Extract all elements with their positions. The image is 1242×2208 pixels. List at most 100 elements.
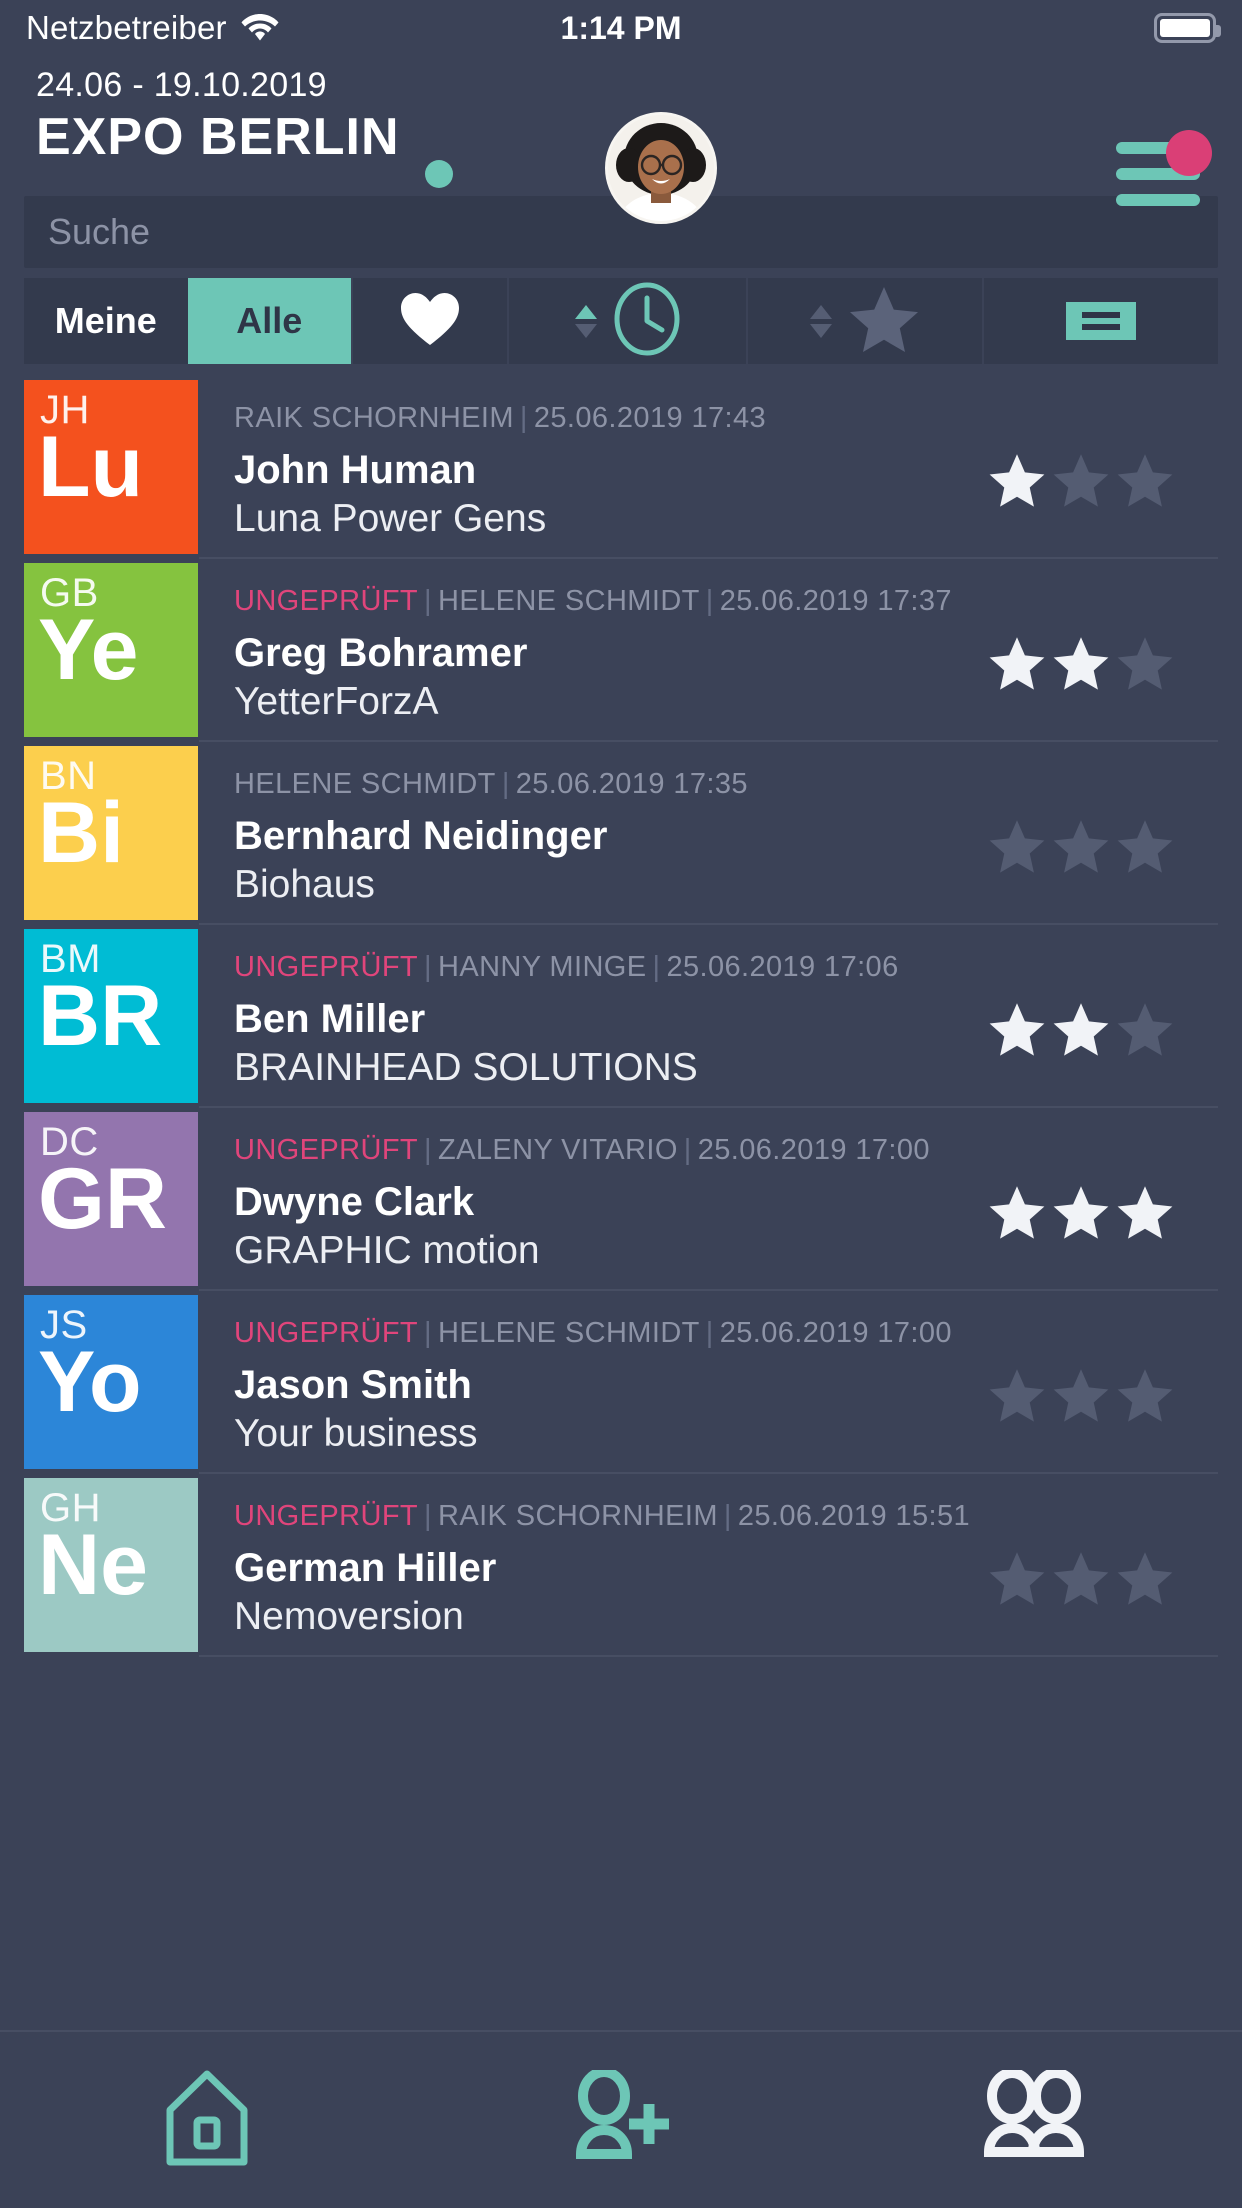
timestamp: 25.06.2019 17:35 [515, 768, 748, 800]
contact-tile: GH Ne [24, 1478, 198, 1652]
owner-name: HANNY MINGE [437, 951, 647, 983]
owner-name: RAIK SCHORNHEIM [437, 1500, 718, 1532]
timestamp: 25.06.2019 17:43 [533, 402, 767, 434]
status-badge: UNGEPRÜFT [234, 1317, 419, 1349]
menu-bar-3 [1116, 194, 1200, 206]
tile-label: Bi [38, 785, 124, 881]
rating-stars[interactable] [988, 563, 1218, 737]
rating-stars[interactable] [988, 1295, 1218, 1469]
list-item-body: UNGEPRÜFT | HELENE SCHMIDT | 25.06.2019 17:3… [198, 563, 988, 737]
star-empty-icon[interactable] [1116, 1549, 1174, 1607]
status-bar-left: Netzbetreiber [26, 9, 279, 47]
sort-by-time-button[interactable] [509, 278, 748, 364]
wifi-icon [241, 11, 279, 46]
star-filled-icon[interactable] [1052, 1183, 1110, 1241]
list-item[interactable]: BN Bi HELENE SCHMIDT | 25.06.2019 17:35 Bernh… [24, 746, 1218, 925]
meta-separator: | [683, 1134, 692, 1166]
sort-arrows-rating-icon [810, 304, 833, 338]
nav-add-person-button[interactable] [414, 2066, 828, 2171]
star-filled-icon[interactable] [988, 1000, 1046, 1058]
add-person-icon [571, 2066, 671, 2171]
star-empty-icon[interactable] [1052, 451, 1110, 509]
contact-name: German Hiller [234, 1546, 497, 1590]
sort-by-rating-button[interactable] [748, 278, 985, 364]
carrier-label: Netzbetreiber [26, 9, 227, 46]
star-filled-icon[interactable] [988, 1183, 1046, 1241]
filter-favorites-button[interactable] [353, 278, 510, 364]
rating-stars[interactable] [988, 380, 1218, 554]
rating-stars[interactable] [988, 1112, 1218, 1286]
sort-arrows-time-icon [574, 304, 597, 338]
star-empty-icon[interactable] [988, 1549, 1046, 1607]
avatar[interactable] [605, 112, 717, 224]
list-item[interactable]: GB Ye UNGEPRÜFT | HELENE SCHMIDT | 25.06.2019 … [24, 563, 1218, 742]
contact-company: Nemoversion [234, 1595, 464, 1638]
rating-stars[interactable] [988, 929, 1218, 1103]
nav-home-button[interactable] [0, 2070, 414, 2171]
star-empty-icon[interactable] [1116, 1000, 1174, 1058]
clock-icon [613, 282, 681, 361]
star-empty-icon[interactable] [1052, 1366, 1110, 1424]
star-empty-icon[interactable] [1116, 634, 1174, 692]
list-density-button[interactable] [984, 278, 1218, 364]
scope-tab-meine[interactable]: Meine [24, 278, 188, 364]
status-dot [425, 160, 453, 188]
status-bar-right [1154, 13, 1221, 43]
filter-toolbar: Meine Alle [24, 278, 1218, 364]
list-item[interactable]: BM BR UNGEPRÜFT | HANNY MINGE | 25.06.2019 17:… [24, 929, 1218, 1108]
page-title: EXPO BERLIN [36, 108, 400, 166]
list-item-body: UNGEPRÜFT | HANNY MINGE | 25.06.2019 17:06 Be… [198, 929, 988, 1103]
list-item[interactable]: JH Lu RAIK SCHORNHEIM | 25.06.2019 17:43 John… [24, 380, 1218, 559]
hamburger-menu-icon[interactable] [1116, 130, 1212, 214]
star-empty-icon[interactable] [1116, 817, 1174, 875]
owner-name: HELENE SCHMIDT [437, 585, 700, 617]
contact-name: Jason Smith [234, 1363, 472, 1407]
star-empty-icon[interactable] [988, 817, 1046, 875]
star-filled-icon[interactable] [1052, 1000, 1110, 1058]
meta-separator: | [705, 585, 714, 617]
meta-separator: | [501, 768, 510, 800]
star-filled-icon[interactable] [988, 451, 1046, 509]
star-filled-icon[interactable] [1116, 1183, 1174, 1241]
contact-company: Your business [234, 1412, 478, 1455]
battery-full-icon [1154, 13, 1221, 43]
notification-badge [1166, 130, 1212, 176]
contact-name: John Human [234, 448, 477, 492]
list-item-body: HELENE SCHMIDT | 25.06.2019 17:35 Bernhard … [198, 746, 988, 920]
star-empty-icon[interactable] [988, 1366, 1046, 1424]
nav-people-button[interactable] [828, 2067, 1242, 2171]
list-item-body: UNGEPRÜFT | ZALENY VITARIO | 25.06.2019 17:0… [198, 1112, 988, 1286]
list-item[interactable]: DC GR UNGEPRÜFT | ZALENY VITARIO | 25.06.2019 … [24, 1112, 1218, 1291]
contact-list[interactable]: JH Lu RAIK SCHORNHEIM | 25.06.2019 17:43 John… [24, 380, 1218, 2030]
star-filled-icon[interactable] [1052, 634, 1110, 692]
tile-label: Yo [38, 1334, 142, 1430]
contact-company: Luna Power Gens [234, 497, 547, 540]
rating-stars[interactable] [988, 1478, 1218, 1652]
status-badge: UNGEPRÜFT [234, 1500, 419, 1532]
status-badge: UNGEPRÜFT [234, 585, 419, 617]
list-density-icon [1066, 302, 1137, 340]
star-filled-icon[interactable] [988, 634, 1046, 692]
scope-tab-alle[interactable]: Alle [187, 278, 352, 364]
rating-stars[interactable] [988, 746, 1218, 920]
star-empty-icon[interactable] [1116, 451, 1174, 509]
contact-company: GRAPHIC motion [234, 1229, 540, 1272]
contact-name: Bernhard Neidinger [234, 814, 608, 858]
list-item-meta: RAIK SCHORNHEIM | 25.06.2019 17:43 [234, 402, 988, 435]
star-empty-icon[interactable] [1116, 1366, 1174, 1424]
tile-label: Ne [38, 1517, 148, 1613]
contact-name: Ben Miller [234, 997, 426, 1041]
list-item[interactable]: JS Yo UNGEPRÜFT | HELENE SCHMIDT | 25.06.2019 … [24, 1295, 1218, 1474]
meta-separator: | [424, 951, 432, 983]
owner-name: HELENE SCHMIDT [234, 768, 496, 800]
star-empty-icon[interactable] [1052, 1549, 1110, 1607]
tile-label: GR [38, 1151, 167, 1247]
owner-name: RAIK SCHORNHEIM [234, 402, 514, 434]
star-empty-icon[interactable] [1052, 817, 1110, 875]
list-item[interactable]: GH Ne UNGEPRÜFT | RAIK SCHORNHEIM | 25.06.2019… [24, 1478, 1218, 1657]
star-icon [848, 285, 920, 358]
contact-tile: JH Lu [24, 380, 198, 554]
search-placeholder: Suche [48, 211, 151, 252]
meta-separator: | [424, 1500, 432, 1532]
header-texts: 24.06 - 19.10.2019 EXPO BERLIN [36, 66, 400, 163]
